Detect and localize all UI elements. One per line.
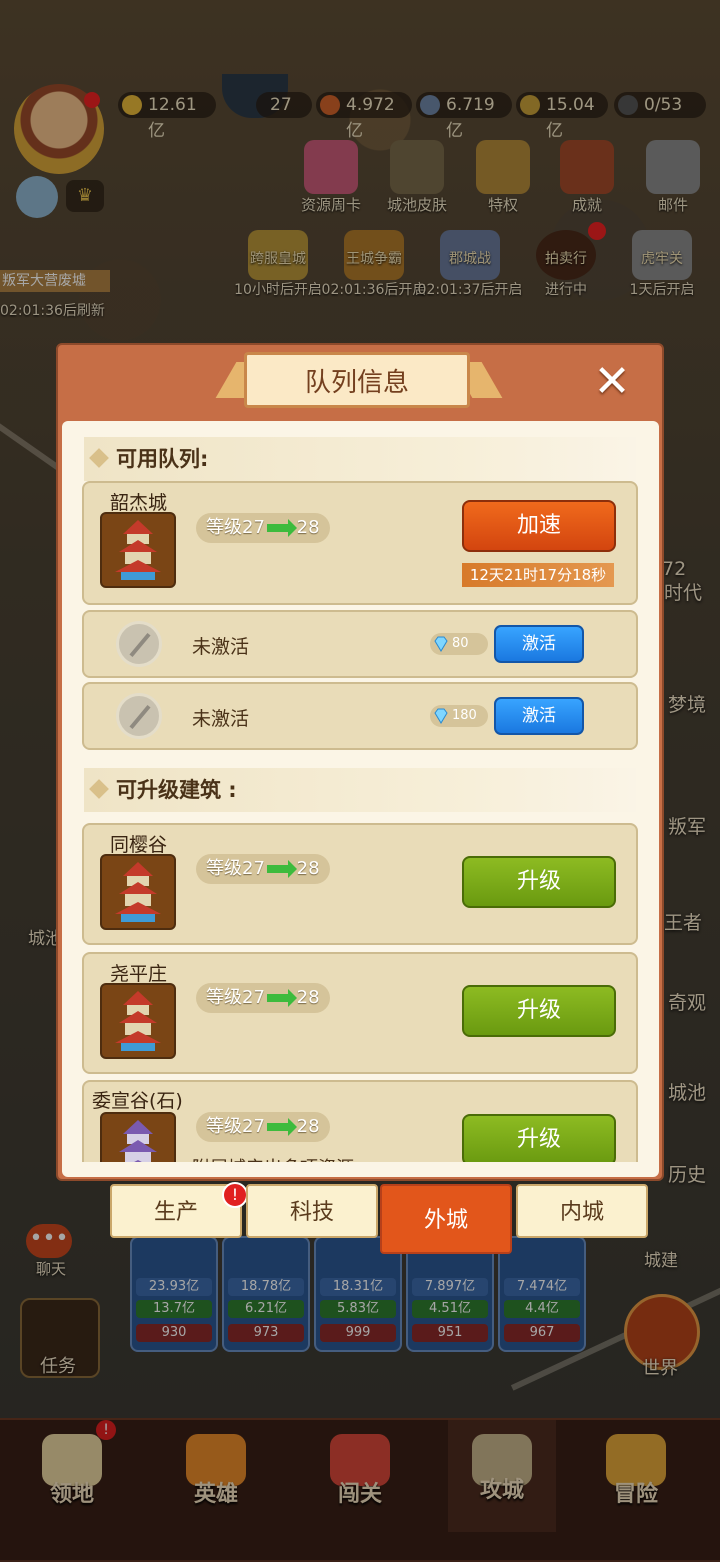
arrow-right-icon <box>266 860 297 878</box>
arrow-right-icon <box>266 1118 297 1136</box>
gem-icon <box>434 708 448 724</box>
scroll-clip: 委宣谷(石) 等级27 28 附属城产出多项资源 升级 <box>62 1080 659 1162</box>
gem-cost: 80 <box>430 633 488 655</box>
arrow-right-icon <box>266 989 297 1007</box>
level-indicator: 等级27 28 <box>196 513 330 543</box>
close-icon[interactable]: ✕ <box>590 360 634 404</box>
diamond-icon <box>89 779 109 799</box>
upgrade-button[interactable]: 升级 <box>462 856 616 908</box>
building-name: 韶杰城 <box>110 492 168 514</box>
upgrade-button[interactable]: 升级 <box>462 985 616 1037</box>
pagoda-icon <box>100 854 176 930</box>
speed-up-button[interactable]: 加速 <box>462 500 616 552</box>
tab-outer-city[interactable]: 外城 <box>380 1184 512 1254</box>
building-note: 附属城产出多项资源 <box>192 1154 354 1162</box>
dialog-title: 队列信息 <box>244 352 470 408</box>
available-queues-header: 可用队列: <box>84 437 636 481</box>
upgrade-button[interactable]: 升级 <box>462 1114 616 1162</box>
building-name: 委宣谷(石) <box>92 1090 183 1112</box>
inactive-label: 未激活 <box>192 636 250 658</box>
building-name: 同樱谷 <box>110 834 168 856</box>
upgradable-buildings-header: 可升级建筑 : <box>84 768 636 812</box>
gem-cost: 180 <box>430 705 488 727</box>
activate-button[interactable]: 激活 <box>494 625 584 663</box>
production-badge: ! <box>222 1182 248 1208</box>
tab-technology[interactable]: 科技 <box>246 1184 378 1238</box>
activate-button[interactable]: 激活 <box>494 697 584 735</box>
gem-icon <box>434 636 448 652</box>
pagoda-icon <box>100 512 176 588</box>
level-indicator: 等级27 28 <box>196 983 330 1013</box>
level-indicator: 等级27 28 <box>196 854 330 884</box>
tab-inner-city[interactable]: 内城 <box>516 1184 648 1238</box>
building-name: 尧平庄 <box>110 963 168 985</box>
pagoda-icon <box>100 983 176 1059</box>
arrow-right-icon <box>266 519 297 537</box>
queue-timer: 12天21时17分18秒 <box>462 563 614 587</box>
locked-slot-icon <box>116 693 162 739</box>
pagoda-icon <box>100 1112 176 1162</box>
diamond-icon <box>89 448 109 468</box>
locked-slot-icon <box>116 621 162 667</box>
level-indicator: 等级27 28 <box>196 1112 330 1142</box>
inactive-label: 未激活 <box>192 708 250 730</box>
